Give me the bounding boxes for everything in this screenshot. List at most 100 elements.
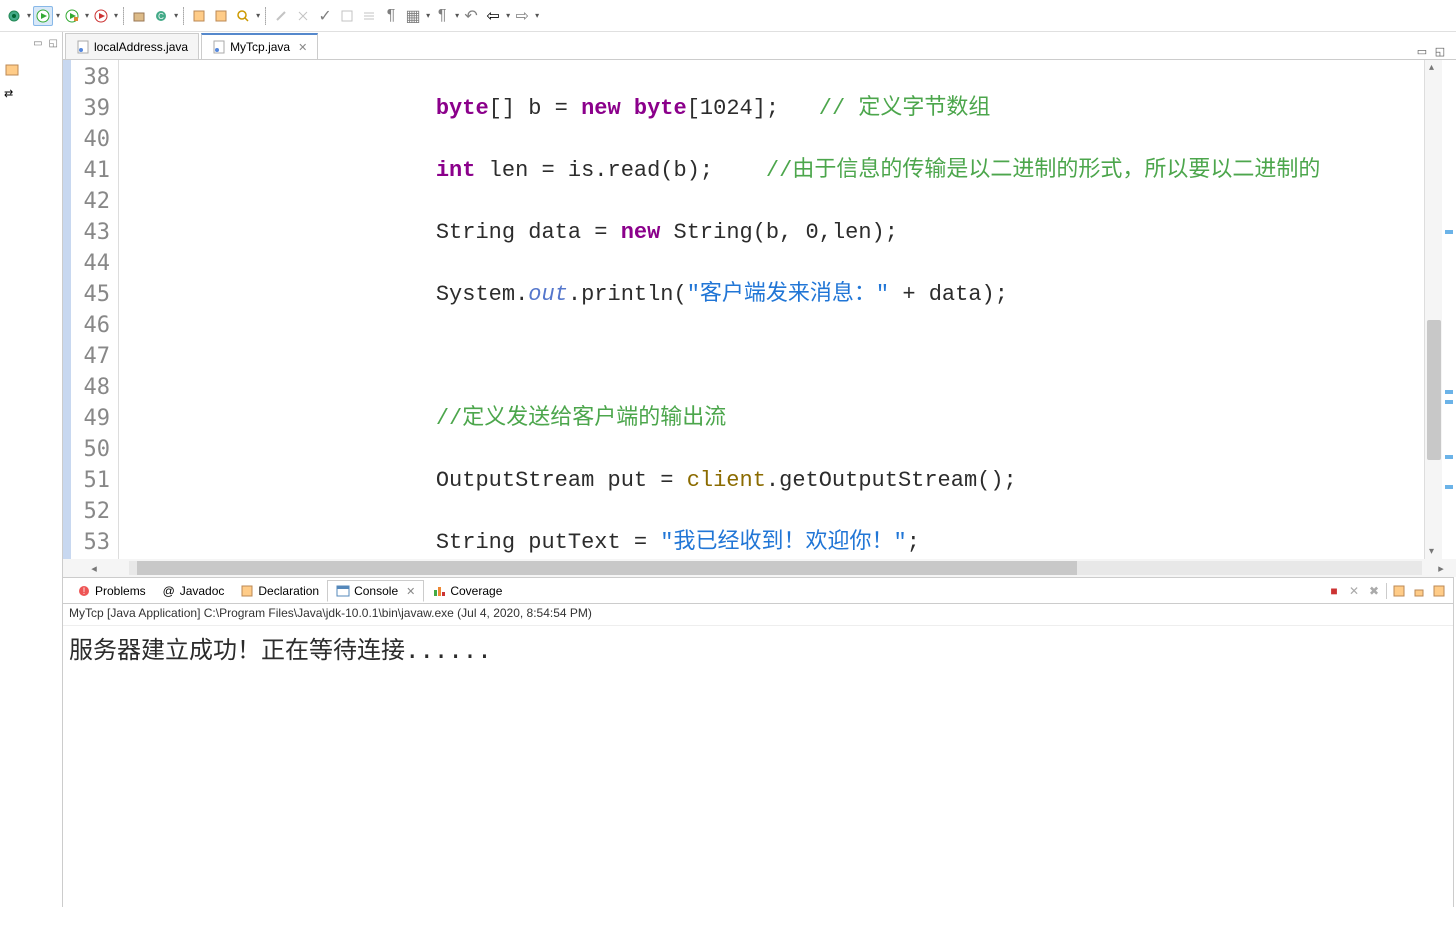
- minimize-view-icon[interactable]: ▭: [33, 38, 42, 49]
- console-icon: [336, 584, 350, 598]
- pin-console-icon[interactable]: [1431, 583, 1447, 599]
- svg-text:C: C: [158, 12, 164, 21]
- line-number-gutter: 38 39 40 41 42 43 44 45 46 47 48 49 50 5…: [71, 60, 119, 559]
- dropdown-icon[interactable]: ▾: [174, 11, 178, 20]
- debug-icon[interactable]: [4, 6, 24, 26]
- javadoc-icon: @: [162, 584, 176, 598]
- line-number: 45: [71, 279, 110, 310]
- coverage-icon[interactable]: [62, 6, 82, 26]
- line-number: 51: [71, 465, 110, 496]
- skip-icon[interactable]: [293, 6, 313, 26]
- dropdown-icon[interactable]: ▾: [426, 11, 430, 20]
- line-number: 49: [71, 403, 110, 434]
- tab-label: localAddress.java: [94, 40, 188, 54]
- maximize-icon[interactable]: ◱: [1432, 43, 1448, 59]
- tab-problems[interactable]: ! Problems: [69, 581, 154, 601]
- close-icon[interactable]: ✕: [406, 585, 415, 598]
- tab-javadoc[interactable]: @ Javadoc: [154, 581, 233, 601]
- tab-localaddress[interactable]: localAddress.java: [65, 33, 199, 59]
- dropdown-icon[interactable]: ▾: [455, 11, 459, 20]
- tab-console[interactable]: Console ✕: [327, 580, 424, 602]
- remove-all-icon[interactable]: ✖: [1366, 583, 1382, 599]
- search-icon[interactable]: [211, 6, 231, 26]
- dropdown-icon[interactable]: ▾: [85, 11, 89, 20]
- separator: [123, 7, 124, 25]
- svg-text:!: !: [83, 586, 86, 596]
- separator: [183, 7, 184, 25]
- new-class-icon[interactable]: C: [151, 6, 171, 26]
- editor-area: ▭ ◱ ⇄ localAddress.java MyTcp.java ✕ ▭ ◱: [0, 32, 1456, 577]
- new-package-icon[interactable]: [129, 6, 149, 26]
- remove-launch-icon[interactable]: ✕: [1346, 583, 1362, 599]
- console-output[interactable]: 服务器建立成功！正在等待连接......: [63, 626, 1453, 907]
- pilcrow-icon[interactable]: ¶: [381, 6, 401, 26]
- hscroll-thumb[interactable]: [137, 561, 1077, 575]
- close-icon[interactable]: ✕: [298, 41, 307, 54]
- java-file-icon: [212, 40, 226, 54]
- clear-console-icon[interactable]: [1391, 583, 1407, 599]
- dropdown-icon[interactable]: ▾: [56, 11, 60, 20]
- tab-declaration[interactable]: Declaration: [232, 581, 327, 601]
- package-explorer-icon[interactable]: [4, 62, 58, 83]
- editor-controls: ▭ ◱: [1414, 43, 1456, 59]
- coverage-icon: [432, 584, 446, 598]
- dropdown-icon[interactable]: ▾: [27, 11, 31, 20]
- editor-container: localAddress.java MyTcp.java ✕ ▭ ◱ 38 39…: [62, 32, 1456, 577]
- line-number: 40: [71, 124, 110, 155]
- back-icon[interactable]: ↶: [461, 6, 481, 26]
- minimize-icon[interactable]: ▭: [1414, 43, 1430, 59]
- code-content[interactable]: byte[] b = new byte[1024]; // 定义字节数组 int…: [119, 60, 1424, 559]
- terminate-icon[interactable]: ■: [1326, 583, 1342, 599]
- bottom-panel: ! Problems @ Javadoc Declaration Console…: [62, 577, 1454, 907]
- block-icon[interactable]: ▦: [403, 6, 423, 26]
- dropdown-icon[interactable]: ▾: [506, 11, 510, 20]
- nav-fwd-icon[interactable]: ⇨: [512, 6, 532, 26]
- vertical-scrollbar[interactable]: ▴ ▾: [1424, 60, 1442, 559]
- open-type-icon[interactable]: [189, 6, 209, 26]
- separator: [265, 7, 266, 25]
- line-number: 46: [71, 310, 110, 341]
- scroll-thumb[interactable]: [1427, 320, 1441, 460]
- line-number: 41: [71, 155, 110, 186]
- left-gutter: ▭ ◱ ⇄: [0, 32, 62, 577]
- hierarchy-icon[interactable]: ⇄: [4, 87, 58, 100]
- change-marker-bar: [63, 60, 71, 559]
- problems-icon: !: [77, 584, 91, 598]
- line-number: 53: [71, 527, 110, 558]
- line-number: 42: [71, 186, 110, 217]
- search-icon-2[interactable]: [233, 6, 253, 26]
- code-area[interactable]: 38 39 40 41 42 43 44 45 46 47 48 49 50 5…: [63, 60, 1456, 559]
- line-number: 47: [71, 341, 110, 372]
- overview-ruler[interactable]: [1442, 60, 1456, 559]
- tab-bar: localAddress.java MyTcp.java ✕ ▭ ◱: [63, 32, 1456, 60]
- console-toolbar: ■ ✕ ✖: [1326, 583, 1453, 599]
- declaration-icon: [240, 584, 254, 598]
- tab-coverage[interactable]: Coverage: [424, 581, 510, 601]
- scroll-lock-icon[interactable]: [1411, 583, 1427, 599]
- java-file-icon: [76, 40, 90, 54]
- nav-back-icon[interactable]: ⇦: [483, 6, 503, 26]
- dropdown-icon[interactable]: ▾: [256, 11, 260, 20]
- console-launch-header: MyTcp [Java Application] C:\Program File…: [63, 604, 1453, 626]
- mark-icon[interactable]: ✓: [315, 6, 335, 26]
- run-icon[interactable]: [33, 6, 53, 26]
- restore-view-icon[interactable]: ◱: [49, 38, 58, 49]
- line-number: 44: [71, 248, 110, 279]
- tab-mytcp[interactable]: MyTcp.java ✕: [201, 33, 318, 59]
- bottom-tab-bar: ! Problems @ Javadoc Declaration Console…: [63, 578, 1453, 604]
- line-number: 38: [71, 62, 110, 93]
- run-last-icon[interactable]: [91, 6, 111, 26]
- dropdown-icon[interactable]: ▾: [535, 11, 539, 20]
- tab-label: MyTcp.java: [230, 40, 290, 54]
- dropdown-icon[interactable]: ▾: [114, 11, 118, 20]
- format-icon[interactable]: [337, 6, 357, 26]
- line-number: 43: [71, 217, 110, 248]
- line-number: 52: [71, 496, 110, 527]
- align-icon[interactable]: [359, 6, 379, 26]
- para-icon[interactable]: ¶: [432, 6, 452, 26]
- line-number: 50: [71, 434, 110, 465]
- line-number: 48: [71, 372, 110, 403]
- horizontal-scrollbar[interactable]: ◂ ▸: [63, 559, 1456, 577]
- line-number: 39: [71, 93, 110, 124]
- wand-icon[interactable]: [271, 6, 291, 26]
